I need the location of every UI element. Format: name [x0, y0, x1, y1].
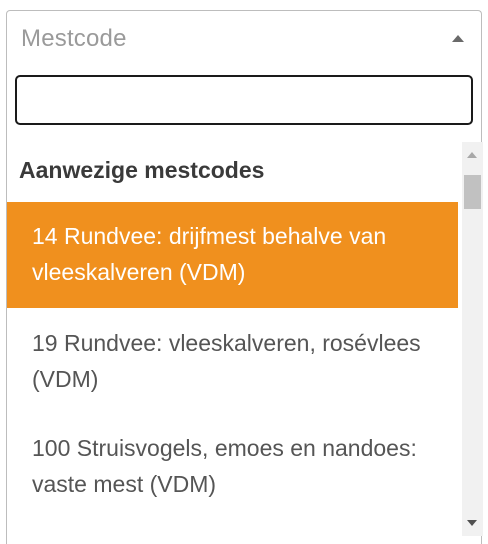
scrollbar-thumb[interactable]	[464, 175, 481, 209]
option-14-rundvee-drijfmest[interactable]: 14 Rundvee: drijfmest behalve van vleesk…	[7, 202, 458, 308]
search-field-wrapper	[15, 75, 473, 125]
option-100-struisvogels[interactable]: 100 Struisvogels, emoes en nandoes: vast…	[7, 415, 458, 522]
option-19-rundvee-vleeskalveren[interactable]: 19 Rundvee: vleeskalveren, rosévlees (VD…	[7, 308, 458, 415]
select-dropdown: Aanwezige mestcodes 14 Rundvee: drijfmes…	[6, 64, 483, 544]
select-placeholder: Mestcode	[21, 25, 127, 52]
scroll-down-arrow-icon[interactable]	[467, 520, 477, 526]
results-list: Aanwezige mestcodes 14 Rundvee: drijfmes…	[7, 142, 458, 536]
option-label: 100 Struisvogels, emoes en nandoes: vast…	[32, 435, 417, 497]
triangle-up-icon[interactable]	[452, 35, 464, 42]
group-label: Aanwezige mestcodes	[19, 157, 265, 183]
results-scrollbar[interactable]	[462, 142, 483, 536]
option-label: 19 Rundvee: vleeskalveren, rosévlees (VD…	[32, 330, 421, 392]
option-label: 14 Rundvee: drijfmest behalve van vleesk…	[32, 223, 387, 285]
scroll-up-arrow-icon[interactable]	[467, 152, 477, 158]
search-input[interactable]	[15, 75, 473, 125]
mestcode-select[interactable]: Mestcode	[6, 10, 482, 64]
